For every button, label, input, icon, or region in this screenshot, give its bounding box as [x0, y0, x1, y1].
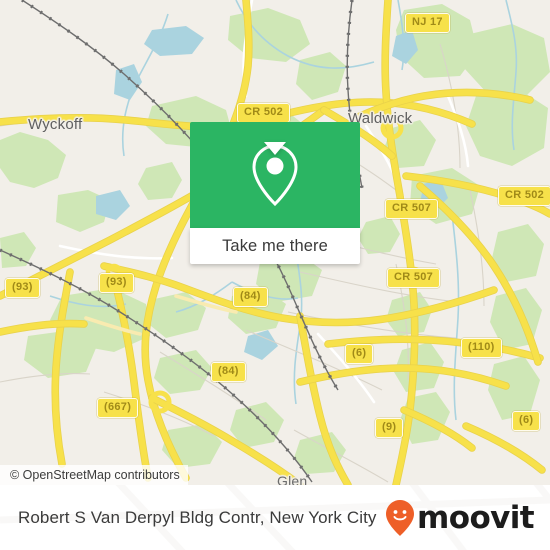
route-shield-nj-17[interactable]: NJ 17 [405, 13, 450, 33]
route-shield-cr-502[interactable]: CR 502 [498, 186, 550, 206]
route-shield-6[interactable]: (6) [512, 411, 541, 431]
route-shield-6[interactable]: (6) [345, 344, 374, 364]
moovit-brand[interactable]: moovit [385, 499, 535, 537]
moovit-wordmark: moovit [417, 499, 535, 536]
place-title: Robert S Van Derpyl Bldg Contr, New York… [18, 507, 377, 527]
moovit-map-screenshot: .g{fill:#cfe7b6} .w{fill:#aad3df} .wl{st… [0, 0, 550, 550]
route-shield-84[interactable]: (84) [211, 362, 246, 382]
map-place-label: Glen [277, 473, 308, 485]
route-shield-cr-502[interactable]: CR 502 [237, 103, 291, 123]
route-shield-93[interactable]: (93) [99, 273, 134, 293]
moovit-smiley-pin-icon [386, 499, 415, 536]
route-shield-cr-507[interactable]: CR 507 [387, 268, 441, 288]
route-shield-cr-507[interactable]: CR 507 [385, 199, 439, 219]
route-shield-667[interactable]: (667) [97, 398, 139, 418]
map-attribution[interactable]: © OpenStreetMap contributors [0, 465, 188, 485]
route-shield-9[interactable]: (9) [375, 418, 404, 438]
footer-bar: Robert S Van Derpyl Bldg Contr, New York… [0, 485, 550, 550]
popup-action-bar[interactable]: Take me there [190, 228, 360, 264]
take-me-there-label: Take me there [222, 236, 328, 255]
popup-header [190, 122, 360, 228]
route-shield-110[interactable]: (110) [461, 338, 502, 358]
map-place-label: Wyckoff [28, 116, 83, 133]
route-shield-93[interactable]: (93) [5, 278, 40, 298]
popup-pointer [264, 142, 286, 155]
route-shield-84[interactable]: (84) [233, 287, 268, 307]
